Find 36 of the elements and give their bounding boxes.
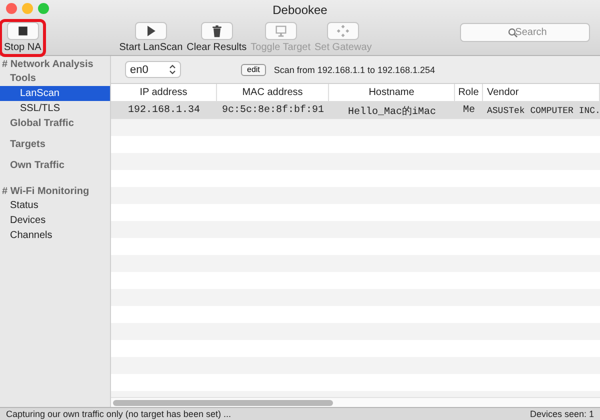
stepper-icon	[169, 64, 176, 75]
sidebar-item[interactable]: Global Traffic	[0, 116, 110, 131]
window-title: Debookee	[272, 3, 328, 18]
table-cell-text: 192.168.1.34	[126, 105, 201, 116]
four-diamonds-icon	[336, 24, 350, 38]
sidebar-item[interactable]: LanScan	[0, 86, 110, 101]
toolbar-button[interactable]: Stop NA	[2, 22, 44, 54]
monitor-icon	[274, 24, 288, 38]
table-cell-text: 9c:5c:8e:8f:bf:91	[220, 105, 326, 116]
toolbar-button[interactable]: Clear Results	[184, 22, 249, 54]
status-message: Capturing our own traffic only (no target has been set) ...	[6, 408, 231, 420]
stop-icon	[16, 24, 30, 38]
scan-range-text: Scan from 192.168.1.1 to 192.168.1.254	[274, 64, 436, 74]
sidebar-item[interactable]: Targets	[0, 137, 110, 152]
zoom-button[interactable]	[38, 3, 49, 14]
sidebar-item[interactable]: Channels	[0, 228, 110, 243]
trash-icon	[210, 24, 224, 38]
sidebar-section-title: # Network Analysis	[1, 58, 94, 71]
table-cell-text: ASUSTek COMPUTER INC.	[486, 106, 600, 116]
sidebar-item[interactable]: Own Traffic	[0, 158, 110, 173]
sidebar-item[interactable]: Status	[0, 198, 110, 213]
close-button[interactable]	[6, 3, 17, 14]
table-cell-text: Me	[462, 105, 476, 116]
edit-button[interactable]: edit	[241, 64, 266, 76]
sidebar-item[interactable]: Tools	[0, 71, 110, 86]
sidebar-section-title: # Wi-Fi Monitoring	[1, 185, 90, 198]
sidebar-item[interactable]: Devices	[0, 213, 110, 228]
device-count: Devices seen: 1	[530, 408, 594, 420]
toolbar-button[interactable]: Start LanScan	[117, 22, 185, 54]
table-cell-text: Hello_Mac的iMac	[346, 105, 437, 118]
search-field[interactable]: Search	[460, 23, 590, 42]
scrollbar-thumb[interactable]	[113, 400, 333, 406]
interface-popup[interactable]: en0	[125, 61, 181, 78]
sidebar-item[interactable]: SSL/TLS	[0, 101, 110, 116]
table-row[interactable]: 192.168.1.34 9c:5c:8e:8f:bf:91 Hello_Mac的iMac Me ASUSTek COMPUTER INC.	[111, 102, 600, 119]
minimize-button[interactable]	[22, 3, 33, 14]
